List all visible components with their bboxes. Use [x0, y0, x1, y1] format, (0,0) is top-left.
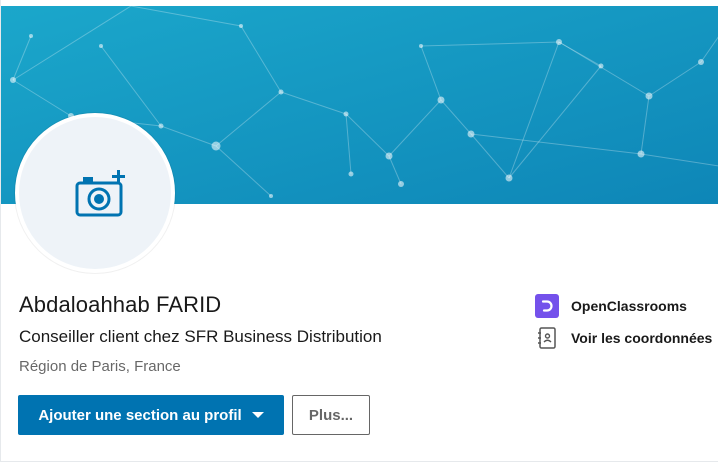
address-book-icon [538, 327, 556, 349]
company-link[interactable]: OpenClassrooms [535, 294, 687, 318]
more-button[interactable]: Plus... [292, 395, 370, 435]
caret-down-icon [251, 412, 264, 418]
company-name: OpenClassrooms [571, 298, 687, 314]
contact-info-link[interactable]: Voir les coordonnées [535, 326, 712, 350]
profile-headline: Conseiller client chez SFR Business Dist… [19, 327, 382, 346]
profile-photo-placeholder[interactable] [15, 113, 175, 273]
profile-name: Abdaloahhab FARID [19, 292, 222, 317]
camera-add-icon [75, 170, 125, 217]
openclassrooms-logo [535, 294, 559, 318]
profile-card: Abdaloahhab FARID Conseiller client chez… [0, 0, 718, 462]
contact-info-label: Voir les coordonnées [571, 330, 713, 346]
add-profile-section-button[interactable]: Ajouter une section au profil [18, 395, 284, 435]
add-profile-section-label: Ajouter une section au profil [38, 406, 242, 424]
profile-location: Région de Paris, France [19, 358, 181, 375]
more-button-label: Plus... [308, 406, 354, 424]
